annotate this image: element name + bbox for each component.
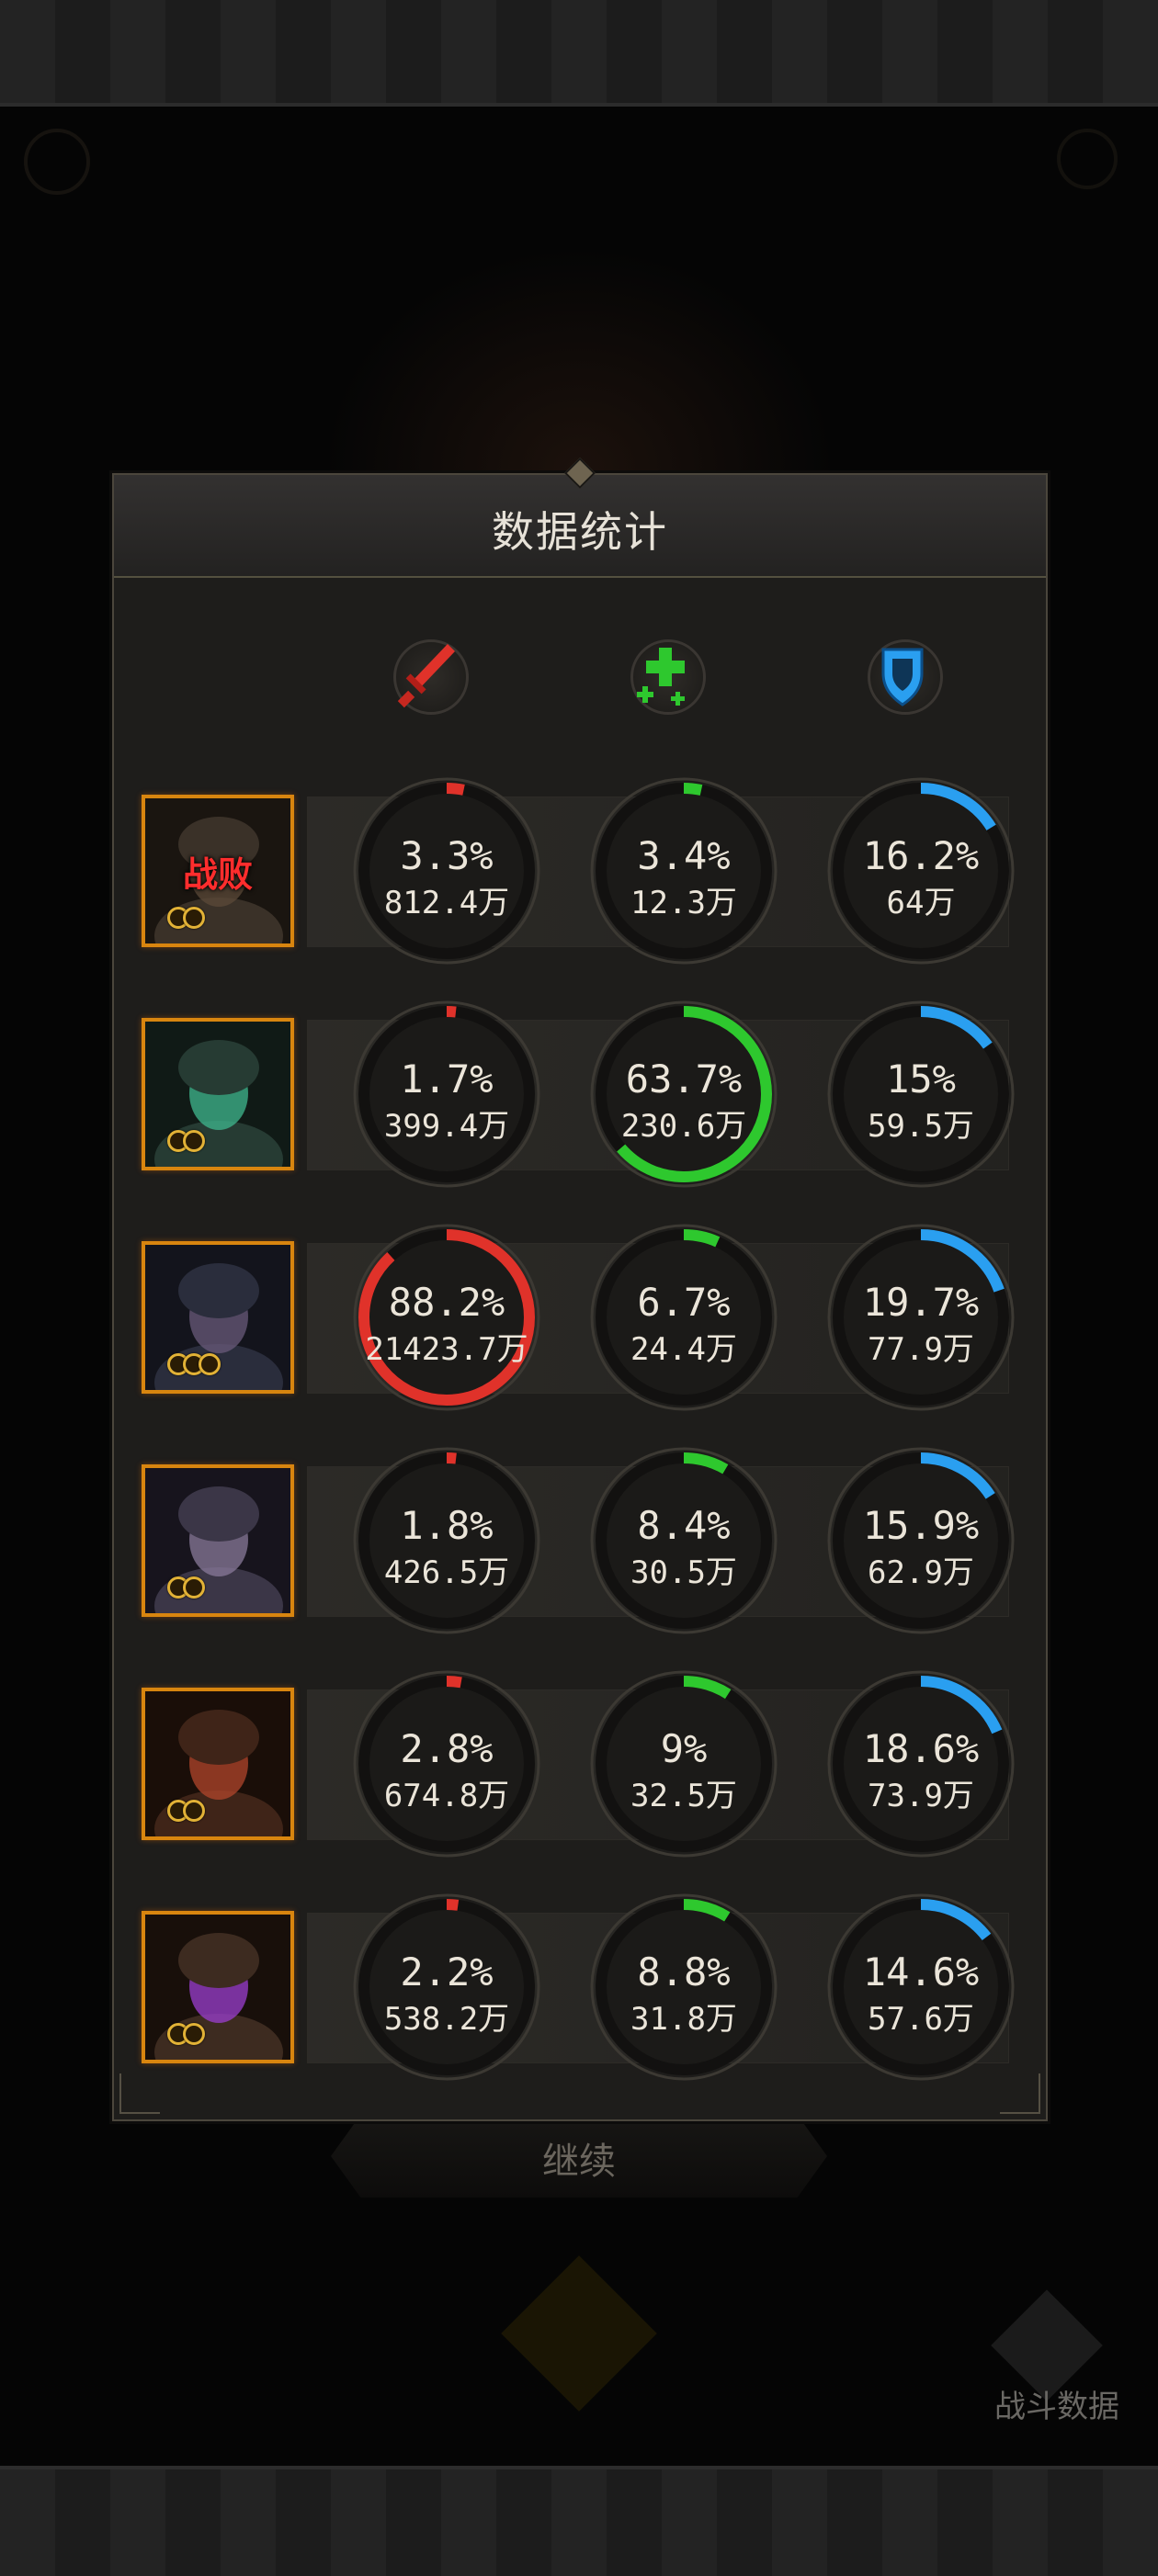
hero-stat-row: 战败 3.3% 812.4万 3.4% 12.3万 16.2% 64万 [114,777,1046,965]
tank-gauge: 15.9% 62.9万 [826,1446,1016,1635]
defeat-label: 战败 [182,854,253,895]
stats-panel: 数据统计 战败 3.3% 812.4万 3.4% 12.3万 16.2% 64万 1.7% 39… [112,458,1048,2121]
tank-column-header [855,636,950,718]
tank-amount: 64万 [886,885,956,921]
heal-amount: 230.6万 [620,1108,747,1145]
shield-icon [881,648,924,706]
damage-gauge: 2.2% 538.2万 [352,1892,541,2082]
hero-stat-row: 2.8% 674.8万 9% 32.5万 18.6% 73.9万 [114,1670,1046,1858]
damage-column-header [380,636,476,718]
tank-percent: 14.6% [862,1949,980,1994]
tank-percent: 15.9% [862,1503,980,1548]
tank-gauge: 16.2% 64万 [826,776,1016,966]
damage-amount: 538.2万 [383,2001,510,2038]
star-ring-icon [199,1353,221,1375]
heal-amount: 31.8万 [630,2001,737,2038]
background-play-icon [24,129,90,195]
hero-portrait[interactable] [142,1911,294,2063]
hero-portrait[interactable] [142,1464,294,1617]
star-rank [167,907,205,929]
heal-amount: 30.5万 [630,1554,737,1591]
star-ring-icon [183,907,205,929]
heal-percent: 8.4% [637,1503,731,1548]
star-rank [167,1576,205,1599]
star-ring-icon [183,1576,205,1599]
heal-percent: 8.8% [637,1949,731,1994]
star-ring-icon [183,1130,205,1152]
damage-amount: 674.8万 [383,1778,510,1814]
tank-amount: 62.9万 [868,1554,974,1591]
damage-amount: 399.4万 [383,1108,510,1145]
damage-gauge: 1.8% 426.5万 [352,1446,541,1635]
heal-amount: 32.5万 [630,1778,737,1814]
heal-gauge: 3.4% 12.3万 [589,776,778,966]
damage-gauge: 3.3% 812.4万 [352,776,541,966]
heal-cross-icon [637,648,685,706]
star-rank [167,1353,221,1375]
tank-percent: 16.2% [862,833,980,878]
panel-corner-ornament [119,2073,160,2114]
heal-amount: 24.4万 [630,1331,737,1368]
hero-stat-row: 88.2% 21423.7万 6.7% 24.4万 19.7% 77.9万 [114,1224,1046,1411]
panel-header: 数据统计 [114,458,1046,578]
damage-percent: 2.8% [400,1726,494,1771]
tank-amount: 57.6万 [868,2001,974,2038]
damage-amount: 812.4万 [383,885,510,921]
tank-percent: 19.7% [862,1280,980,1325]
damage-percent: 1.8% [400,1503,494,1548]
tank-percent: 15% [886,1056,956,1102]
damage-percent: 2.2% [400,1949,494,1994]
sword-icon [397,644,455,708]
hero-portrait[interactable] [142,1018,294,1170]
heal-percent: 6.7% [637,1280,731,1325]
tank-amount: 73.9万 [868,1778,974,1814]
battle-data-label: 战斗数据 [994,2389,1119,2425]
heal-gauge: 9% 32.5万 [589,1669,778,1859]
hero-stat-row: 1.7% 399.4万 63.7% 230.6万 15% 59.5万 [114,1000,1046,1188]
star-ring-icon [183,2023,205,2045]
damage-percent: 1.7% [400,1056,494,1102]
hero-stat-row: 1.8% 426.5万 8.4% 30.5万 15.9% 62.9万 [114,1446,1046,1635]
heal-gauge: 8.4% 30.5万 [589,1446,778,1635]
star-rank [167,1800,205,1822]
battle-data-button[interactable]: 战斗数据 [965,2289,1149,2425]
panel-corner-ornament [1000,2073,1040,2114]
heal-percent: 9% [660,1726,708,1771]
tank-amount: 59.5万 [868,1108,974,1145]
star-rank [167,1130,205,1152]
hero-stat-row: 2.2% 538.2万 8.8% 31.8万 14.6% 57.6万 [114,1893,1046,2081]
tank-gauge: 19.7% 77.9万 [826,1223,1016,1412]
tank-gauge: 14.6% 57.6万 [826,1892,1016,2082]
damage-percent: 3.3% [400,833,494,878]
continue-button[interactable]: 继续 [331,2115,827,2198]
continue-button-label: 继续 [542,2141,616,2183]
damage-amount: 21423.7万 [365,1331,528,1368]
star-ring-icon [183,1800,205,1822]
damage-gauge: 1.7% 399.4万 [352,1000,541,1189]
bottom-frame [0,2466,1158,2576]
heal-percent: 3.4% [637,833,731,878]
damage-percent: 88.2% [388,1280,505,1325]
heal-gauge: 63.7% 230.6万 [589,1000,778,1189]
tank-amount: 77.9万 [868,1331,974,1368]
heal-gauge: 6.7% 24.4万 [589,1223,778,1412]
hero-portrait[interactable]: 战败 [142,795,294,947]
background-settings-icon [1057,129,1118,189]
tank-percent: 18.6% [862,1726,980,1771]
damage-gauge: 2.8% 674.8万 [352,1669,541,1859]
heal-gauge: 8.8% 31.8万 [589,1892,778,2082]
star-rank [167,2023,205,2045]
center-emblem-icon [501,2255,657,2412]
top-frame [0,0,1158,107]
panel-title: 数据统计 [492,507,668,557]
heal-percent: 63.7% [625,1056,743,1102]
damage-gauge: 88.2% 21423.7万 [352,1223,541,1412]
damage-amount: 426.5万 [383,1554,510,1591]
tank-gauge: 15% 59.5万 [826,1000,1016,1189]
heal-amount: 12.3万 [630,885,737,921]
hero-portrait[interactable] [142,1688,294,1840]
heal-column-header [618,636,713,718]
tank-gauge: 18.6% 73.9万 [826,1669,1016,1859]
